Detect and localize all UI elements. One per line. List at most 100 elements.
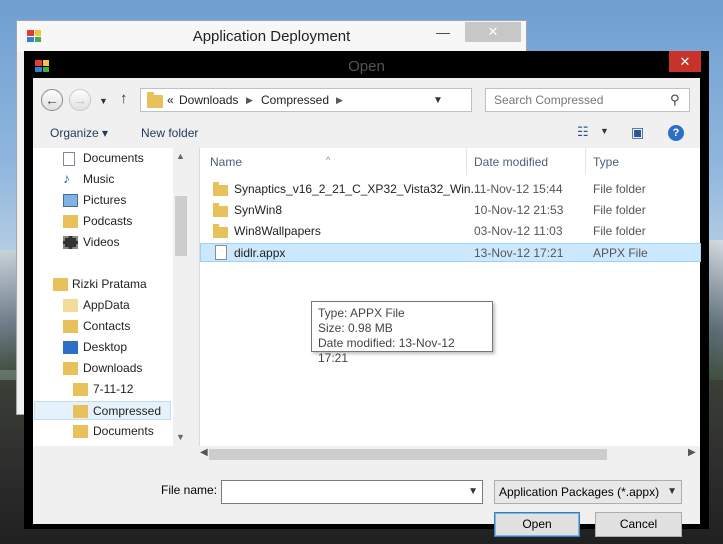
column-header-name-label: Name — [210, 155, 243, 169]
music-icon: ♪ — [63, 170, 70, 186]
scroll-left-icon[interactable]: ◀ — [200, 447, 208, 458]
chevron-down-icon[interactable]: ▼ — [468, 486, 478, 497]
dialog-close-button[interactable]: ✕ — [669, 51, 701, 72]
scrollbar-thumb[interactable] — [209, 449, 607, 460]
nav-item-documents-sub[interactable]: Documents — [73, 422, 173, 441]
scroll-up-icon[interactable]: ▲ — [176, 151, 185, 161]
view-options-chevron-icon[interactable]: ▼ — [600, 126, 609, 136]
file-type: APPX File — [593, 246, 648, 260]
dialog-title: Open — [348, 58, 385, 75]
column-header-type[interactable]: Type — [586, 148, 701, 175]
nav-item-7-11-12[interactable]: 7-11-12 — [73, 380, 173, 399]
folder-icon — [213, 224, 228, 238]
file-list-horizontal-scrollbar[interactable]: ◀ ▶ — [199, 446, 700, 463]
column-header-type-label: Type — [593, 155, 620, 169]
nav-item-label: Podcasts — [83, 214, 133, 228]
nav-item-label: AppData — [83, 298, 130, 312]
breadcrumb-downloads[interactable]: Downloads — [179, 93, 238, 107]
videos-icon — [63, 236, 78, 249]
toolbar: Organize ▾ New folder ☷ ▼ ▣ ? — [33, 120, 700, 147]
chevron-down-icon[interactable]: ▼ — [667, 486, 677, 497]
file-icon — [215, 245, 227, 260]
file-list: ^ Name Date modified Type Synaptics_v16_… — [199, 148, 701, 446]
nav-item-label: Rizki Pratama — [72, 277, 147, 291]
nav-item-desktop[interactable]: Desktop — [63, 338, 173, 357]
file-type: File folder — [593, 203, 646, 217]
file-date: 10-Nov-12 21:53 — [474, 203, 564, 217]
breadcrumb-overflow[interactable]: « — [167, 93, 174, 107]
open-button[interactable]: Open — [494, 512, 580, 537]
help-icon[interactable]: ? — [668, 125, 684, 141]
file-type: File folder — [593, 182, 646, 196]
file-type-filter[interactable]: Application Packages (*.appx) ▼ — [494, 480, 682, 504]
file-date: 03-Nov-12 11:03 — [474, 224, 563, 238]
close-button[interactable]: ✕ — [465, 22, 521, 42]
nav-item-label: Downloads — [83, 361, 143, 375]
folder-icon — [213, 182, 228, 196]
cancel-button[interactable]: Cancel — [595, 512, 682, 537]
nav-item-podcasts[interactable]: Podcasts — [63, 212, 173, 231]
file-date: 13-Nov-12 17:21 — [474, 246, 564, 260]
nav-item-label: 7-11-12 — [93, 382, 134, 396]
nav-item-label: Music — [83, 172, 115, 186]
nav-item-videos[interactable]: Videos — [63, 233, 173, 252]
file-name-label: File name: — [161, 483, 218, 497]
nav-item-label: Pictures — [83, 193, 127, 207]
preview-pane-icon[interactable]: ▣ — [631, 124, 644, 141]
new-folder-button[interactable]: New folder — [141, 126, 198, 140]
scrollbar-thumb[interactable] — [175, 196, 187, 256]
nav-item-pictures[interactable]: Pictures — [63, 191, 173, 210]
nav-item-music[interactable]: ♪ Music — [63, 170, 173, 189]
nav-item-label: Contacts — [83, 319, 131, 333]
tooltip-size: Size: 0.98 MB — [318, 321, 393, 335]
documents-icon — [63, 152, 75, 166]
file-row[interactable]: SynWin8 10-Nov-12 21:53 File folder — [200, 201, 701, 220]
scroll-down-icon[interactable]: ▼ — [176, 432, 185, 442]
nav-item-downloads[interactable]: Downloads — [63, 359, 173, 378]
tooltip-date: Date modified: 13-Nov-12 17:21 — [318, 336, 455, 365]
breadcrumb-separator-icon[interactable]: ▶ — [336, 95, 343, 106]
folder-icon — [63, 299, 78, 312]
file-row[interactable]: Synaptics_v16_2_21_C_XP32_Vista32_Win...… — [200, 180, 701, 199]
nav-item-user-folder[interactable]: Rizki Pratama — [53, 275, 173, 294]
scroll-right-icon[interactable]: ▶ — [688, 447, 696, 458]
recent-locations-chevron-icon[interactable]: ▼ — [99, 96, 108, 106]
file-row[interactable]: Win8Wallpapers 03-Nov-12 11:03 File fold… — [200, 222, 701, 241]
back-arrow-icon[interactable]: ← — [41, 89, 63, 111]
sort-ascending-icon: ^ — [326, 155, 331, 165]
nav-item-compressed[interactable]: Compressed — [34, 401, 171, 420]
change-view-icon[interactable]: ☷ — [577, 124, 589, 140]
column-header-date-label: Date modified — [474, 155, 549, 169]
file-name: Win8Wallpapers — [234, 224, 321, 238]
file-info-tooltip: Type: APPX File Size: 0.98 MB Date modif… — [311, 301, 493, 365]
breadcrumb-separator-icon[interactable]: ▶ — [246, 95, 253, 106]
nav-item-contacts[interactable]: Contacts — [63, 317, 173, 336]
file-name-input[interactable]: ▼ — [221, 480, 483, 504]
dialog-client-area: ← → ▼ ↑ « Downloads ▶ Compressed ▶ ▼ ⟳ S… — [33, 78, 701, 537]
address-bar[interactable]: « Downloads ▶ Compressed ▶ ▼ ⟳ — [140, 88, 570, 112]
contacts-icon — [63, 320, 78, 333]
breadcrumb-compressed[interactable]: Compressed — [261, 93, 329, 107]
folder-icon — [73, 425, 88, 438]
back-window-titlebar[interactable]: Application Deployment — ✕ — [17, 21, 526, 52]
nav-item-documents[interactable]: Documents — [63, 149, 173, 168]
forward-arrow-icon[interactable]: → — [69, 89, 91, 111]
file-row-selected[interactable]: didlr.appx 13-Nov-12 17:21 APPX File — [200, 243, 701, 262]
search-icon[interactable]: ⚲ — [670, 92, 680, 108]
navigation-pane: Documents ♪ Music Pictures Podcasts Vide… — [33, 148, 189, 446]
file-name: didlr.appx — [234, 246, 286, 260]
folder-icon — [73, 383, 88, 396]
nav-item-label: Desktop — [83, 340, 128, 354]
navigation-scrollbar[interactable]: ▲ ▼ — [173, 148, 189, 446]
organize-menu[interactable]: Organize ▾ — [50, 126, 108, 140]
search-box[interactable]: Search Compressed ⚲ — [485, 88, 690, 112]
address-dropdown-icon[interactable]: ▼ — [433, 95, 443, 106]
column-header-date[interactable]: Date modified — [467, 148, 585, 175]
minimize-button[interactable]: — — [435, 24, 451, 40]
up-arrow-icon[interactable]: ↑ — [120, 90, 128, 107]
nav-item-appdata[interactable]: AppData — [63, 296, 173, 315]
column-header-name[interactable]: ^ Name — [200, 148, 465, 175]
file-type-filter-value: Application Packages (*.appx) — [499, 485, 660, 499]
nav-item-label: Videos — [83, 235, 120, 249]
nav-item-label: Compressed — [93, 404, 162, 418]
